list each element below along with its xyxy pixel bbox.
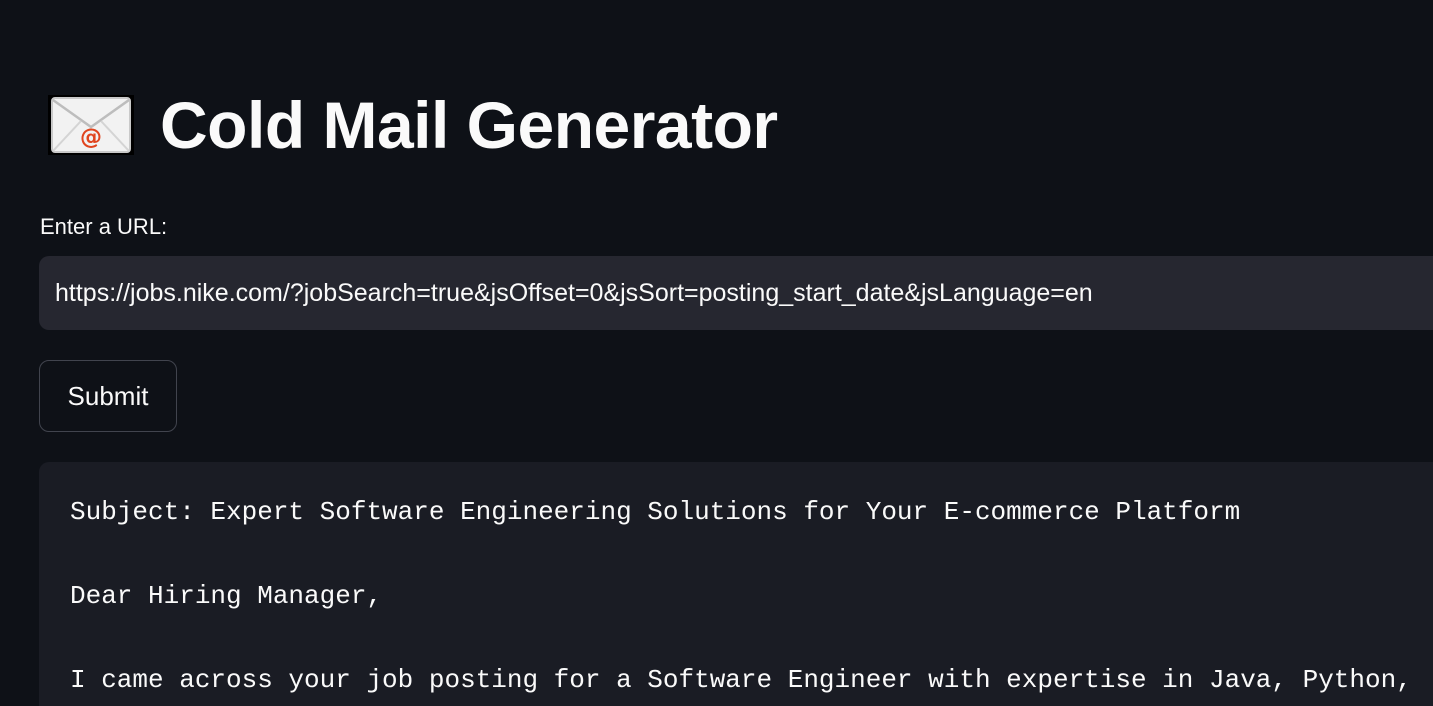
generated-email-code-block: Subject: Expert Software Engineering Sol… [39,462,1433,706]
email-line: I came across your job posting for a Sof… [70,665,1412,695]
email-line: Dear Hiring Manager, [70,581,383,611]
envelope-with-at-icon: @ [48,95,134,155]
submit-button-label: Submit [67,380,149,411]
header: @ Cold Mail Generator [48,92,778,158]
url-field-label: Enter a URL: [40,214,168,239]
app-page: @ Cold Mail Generator Enter a URL: https… [0,0,1433,706]
submit-button[interactable]: Submit [39,360,177,432]
url-input-value: https://jobs.nike.com/?jobSearch=true&js… [55,278,1093,307]
url-input[interactable]: https://jobs.nike.com/?jobSearch=true&js… [39,256,1433,330]
page-title: Cold Mail Generator [160,88,778,162]
svg-text:@: @ [80,125,102,150]
email-line: Subject: Expert Software Engineering Sol… [70,497,1241,527]
